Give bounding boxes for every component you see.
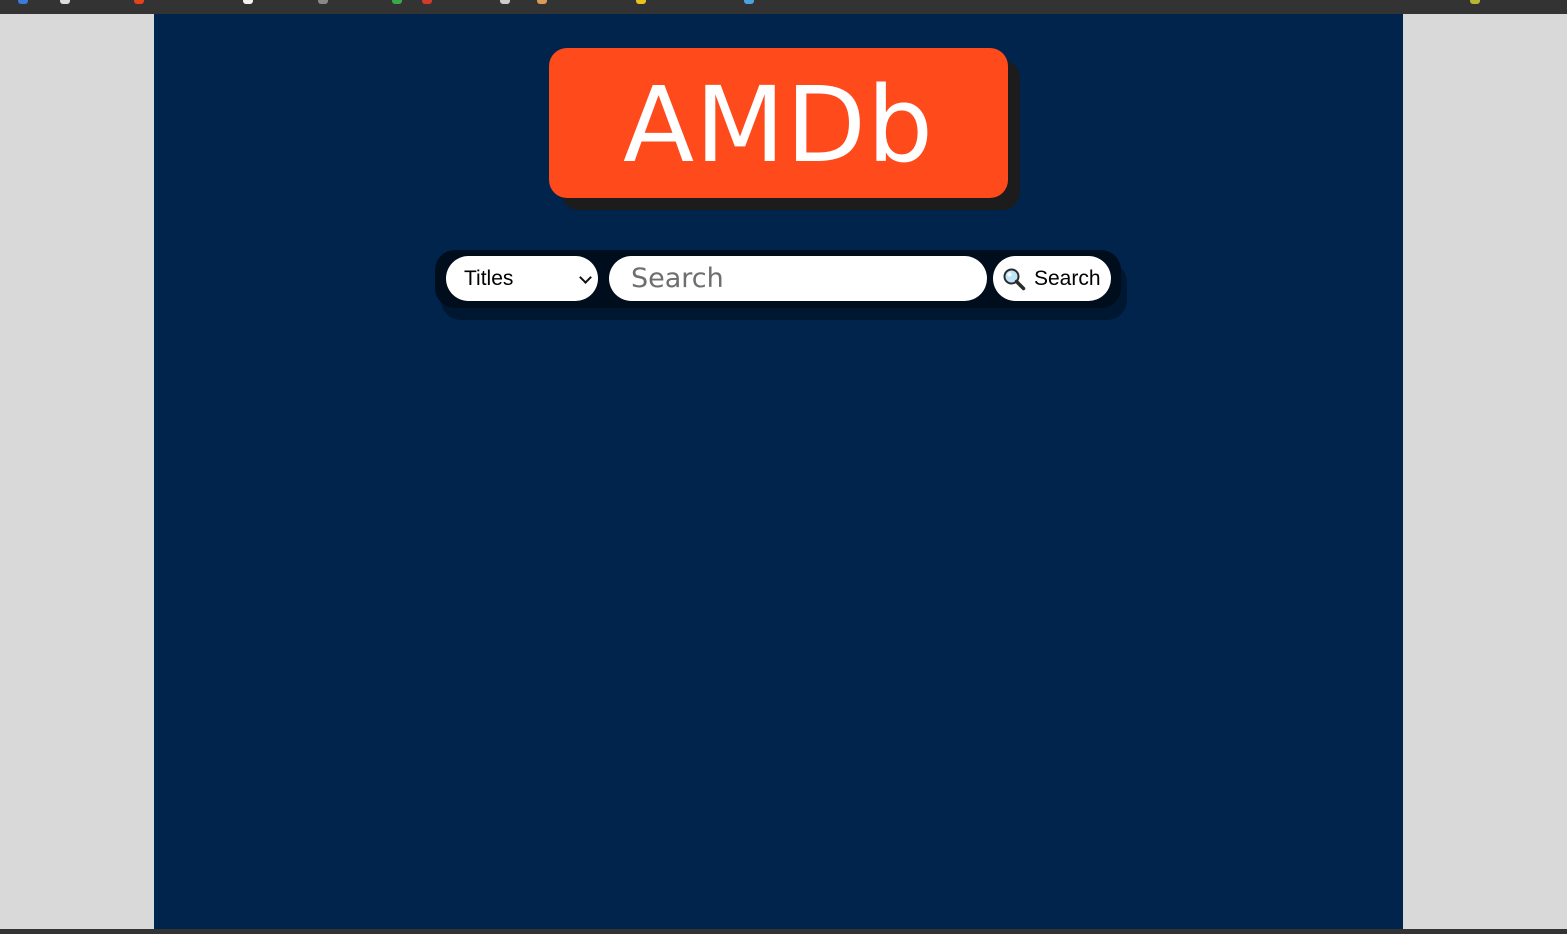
search-input[interactable] xyxy=(609,256,987,301)
bookmark-icon[interactable] xyxy=(243,0,253,4)
bookmark-icon[interactable] xyxy=(134,0,144,4)
site-logo-text: AMDb xyxy=(623,64,934,186)
search-category-select[interactable]: Titles xyxy=(446,256,598,301)
bookmark-icon[interactable] xyxy=(18,0,28,4)
search-button[interactable]: Search xyxy=(993,256,1111,301)
bookmark-icon[interactable] xyxy=(1470,0,1480,4)
bookmark-icon[interactable] xyxy=(537,0,547,4)
search-bar: Titles Search xyxy=(435,250,1121,308)
magnifier-icon xyxy=(1002,267,1026,291)
chevron-down-icon xyxy=(579,271,592,284)
search-button-label: Search xyxy=(1034,266,1101,290)
browser-bookmarks-strip xyxy=(0,0,1567,14)
window-bottom-edge xyxy=(0,929,1567,934)
bookmark-icon[interactable] xyxy=(636,0,646,4)
site-logo[interactable]: AMDb xyxy=(549,48,1008,198)
bookmark-icon[interactable] xyxy=(392,0,402,4)
bookmark-icon[interactable] xyxy=(500,0,510,4)
bookmark-icon[interactable] xyxy=(60,0,70,4)
bookmark-icon[interactable] xyxy=(318,0,328,4)
bookmark-icon[interactable] xyxy=(422,0,432,4)
bookmark-icon[interactable] xyxy=(744,0,754,4)
search-category-selected: Titles xyxy=(464,266,514,290)
page-content: AMDb Titles Search xyxy=(154,14,1403,929)
